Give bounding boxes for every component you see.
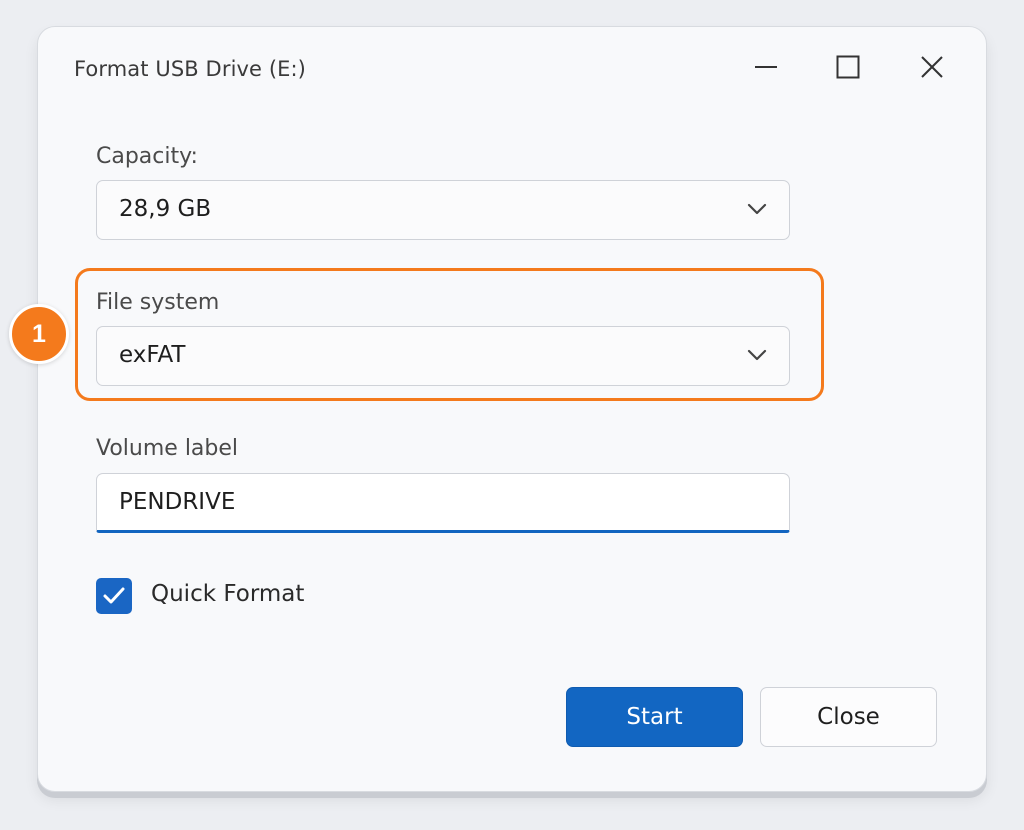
chevron-down-icon: [747, 349, 767, 361]
quick-format-label[interactable]: Quick Format: [151, 581, 304, 607]
minimize-icon: [755, 66, 777, 68]
file-system-label: File system: [96, 290, 220, 315]
start-button[interactable]: Start: [566, 687, 743, 747]
maximize-button[interactable]: [826, 49, 870, 85]
file-system-select[interactable]: exFAT: [96, 326, 790, 386]
step-badge: 1: [9, 304, 69, 364]
volume-label-label: Volume label: [96, 436, 239, 461]
volume-label-input[interactable]: [96, 473, 790, 533]
minimize-button[interactable]: [744, 49, 788, 85]
file-system-value: exFAT: [119, 342, 186, 368]
capacity-select[interactable]: 28,9 GB: [96, 180, 790, 240]
format-dialog: Format USB Drive (E:) Capacity: 28,9 GB …: [9, 26, 987, 792]
quick-format-checkbox[interactable]: [96, 578, 132, 614]
close-button[interactable]: Close: [760, 687, 937, 747]
close-icon: [921, 56, 943, 78]
capacity-value: 28,9 GB: [119, 196, 212, 222]
maximize-icon: [836, 55, 860, 79]
close-window-button[interactable]: [910, 49, 954, 85]
capacity-label: Capacity:: [96, 144, 198, 169]
chevron-down-icon: [747, 203, 767, 215]
dialog-title: Format USB Drive (E:): [74, 57, 306, 81]
checkmark-icon: [103, 587, 125, 604]
